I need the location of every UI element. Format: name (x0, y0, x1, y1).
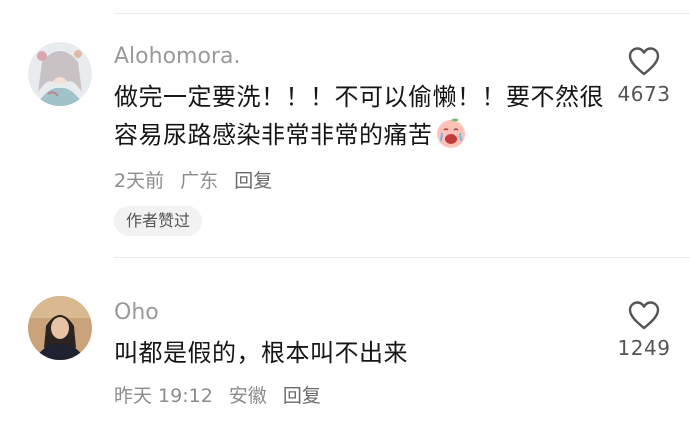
comment-time: 昨天 19:12 (114, 385, 213, 407)
heart-outline-icon (628, 47, 660, 76)
like-button[interactable]: 1249 (604, 300, 684, 360)
crying-peach-face-emoji (435, 117, 467, 149)
comment-meta: 2天前 广东 回复 (114, 166, 282, 193)
like-count: 4673 (617, 82, 671, 106)
avatar[interactable] (28, 296, 92, 360)
username[interactable]: Alohomora. (114, 44, 240, 69)
heart-outline-icon (628, 301, 660, 330)
comment-divider (114, 257, 690, 258)
comment-text: 叫都是假的，根本叫不出来 (114, 339, 408, 367)
comment-meta: 昨天 19:12 安徽 回复 (114, 381, 331, 408)
comment-time: 2天前 (114, 170, 165, 192)
avatar[interactable] (28, 42, 92, 106)
like-count: 1249 (617, 336, 671, 360)
username[interactable]: Oho (114, 300, 159, 325)
comment-location: 安徽 (228, 385, 267, 407)
comment-text-content: 做完一定要洗！！！不可以偷懒！！要不然很容易尿路感染非常非常的痛苦 (114, 83, 604, 149)
comment-text: 做完一定要洗！！！不可以偷懒！！要不然很容易尿路感染非常非常的痛苦 (114, 78, 604, 154)
like-button[interactable]: 4673 (604, 46, 684, 106)
comment-location: 广东 (180, 170, 219, 192)
reply-button[interactable]: 回复 (283, 385, 321, 407)
top-divider (114, 13, 690, 14)
reply-button[interactable]: 回复 (234, 170, 272, 192)
author-liked-badge: 作者赞过 (114, 206, 203, 236)
